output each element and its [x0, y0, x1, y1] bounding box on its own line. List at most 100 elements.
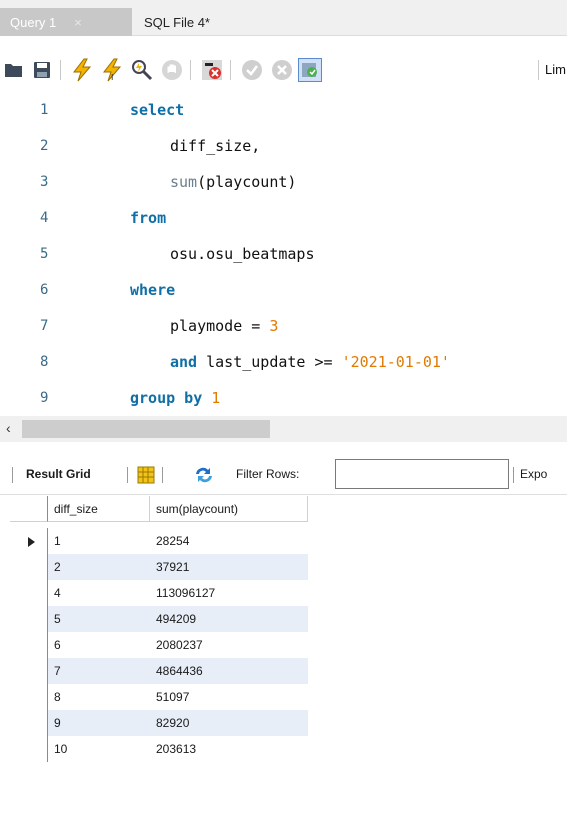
- row-indicator[interactable]: [10, 580, 48, 606]
- code-line[interactable]: 2 diff_size,: [0, 129, 567, 165]
- filter-rows-label: Filter Rows:: [236, 467, 300, 481]
- code-line[interactable]: 9 group by 1: [0, 381, 567, 416]
- result-grid: diff_size sum(playcount) 1 28254 2 37921 4 1130…: [0, 496, 567, 814]
- close-tab-icon[interactable]: ×: [74, 15, 82, 30]
- code-line[interactable]: 4 from: [0, 201, 567, 237]
- tab-query-1[interactable]: Query 1 ×: [0, 8, 132, 36]
- save-icon[interactable]: [30, 58, 54, 82]
- row-indicator[interactable]: [10, 632, 48, 658]
- table-row[interactable]: 9 82920: [0, 710, 567, 736]
- code-token: from: [130, 209, 167, 227]
- column-header[interactable]: sum(playcount): [150, 496, 308, 522]
- line-number: 8: [40, 354, 49, 370]
- editor-tab-bar: Query 1 × SQL File 4*: [0, 0, 567, 36]
- limit-rows-label[interactable]: Lim: [545, 62, 566, 77]
- table-row[interactable]: 8 51097: [0, 684, 567, 710]
- row-indicator[interactable]: [10, 710, 48, 736]
- execute-icon[interactable]: [70, 58, 94, 82]
- code-token: select: [130, 101, 185, 119]
- code-token: where: [130, 281, 176, 299]
- line-number: 7: [40, 318, 49, 334]
- table-cell[interactable]: 5: [48, 606, 150, 632]
- rollback-icon[interactable]: [270, 58, 294, 82]
- open-folder-icon[interactable]: [2, 58, 26, 82]
- table-cell[interactable]: 2080237: [150, 632, 308, 658]
- table-cell[interactable]: 203613: [150, 736, 308, 762]
- toolbar-separator: [60, 60, 61, 80]
- column-header[interactable]: diff_size: [48, 496, 150, 522]
- code-token: diff_size,: [170, 137, 261, 155]
- line-number: 1: [40, 102, 49, 118]
- row-indicator[interactable]: [10, 736, 48, 762]
- row-indicator[interactable]: [10, 606, 48, 632]
- scroll-left-icon[interactable]: ‹: [6, 420, 11, 436]
- table-cell[interactable]: 82920: [150, 710, 308, 736]
- autocommit-icon[interactable]: [298, 58, 322, 82]
- code-token: and: [170, 353, 207, 371]
- code-line[interactable]: 8 and last_update >= '2021-01-01': [0, 345, 567, 381]
- table-cell[interactable]: 2: [48, 554, 150, 580]
- execute-current-icon[interactable]: I: [100, 58, 124, 82]
- table-cell[interactable]: 4: [48, 580, 150, 606]
- table-row[interactable]: 10 203613: [0, 736, 567, 762]
- code-token: '2021-01-01': [341, 353, 450, 371]
- table-cell[interactable]: 113096127: [150, 580, 308, 606]
- code-text: and last_update >= '2021-01-01': [170, 353, 450, 371]
- line-number: 2: [40, 138, 49, 154]
- tab-sql-file-4[interactable]: SQL File 4*: [134, 8, 220, 36]
- stop-icon[interactable]: [160, 58, 184, 82]
- code-line[interactable]: 3 sum(playcount): [0, 165, 567, 201]
- sql-editor[interactable]: 1 select 2 diff_size, 3 sum(playcount) 4 from 5 o…: [0, 92, 567, 416]
- table-row[interactable]: 1 28254: [0, 528, 567, 554]
- editor-horizontal-scrollbar[interactable]: ‹: [0, 416, 567, 442]
- code-token: group by: [130, 389, 212, 407]
- table-row[interactable]: 7 4864436: [0, 658, 567, 684]
- table-cell[interactable]: 37921: [150, 554, 308, 580]
- table-cell[interactable]: 6: [48, 632, 150, 658]
- table-row[interactable]: 2 37921: [0, 554, 567, 580]
- current-row-icon: [28, 537, 35, 547]
- result-grid-tab[interactable]: Result Grid: [26, 467, 91, 481]
- code-text: where: [130, 281, 175, 299]
- row-indicator[interactable]: [10, 658, 48, 684]
- table-cell[interactable]: 28254: [150, 528, 308, 554]
- code-text: group by 1: [130, 389, 220, 407]
- table-cell[interactable]: 4864436: [150, 658, 308, 684]
- table-cell[interactable]: 1: [48, 528, 150, 554]
- row-indicator[interactable]: [10, 528, 48, 554]
- table-cell[interactable]: 8: [48, 684, 150, 710]
- table-cell[interactable]: 7: [48, 658, 150, 684]
- table-cell[interactable]: 494209: [150, 606, 308, 632]
- refresh-icon[interactable]: [192, 463, 216, 487]
- explain-icon[interactable]: [130, 58, 154, 82]
- table-cell[interactable]: 10: [48, 736, 150, 762]
- code-line[interactable]: 7 playmode = 3: [0, 309, 567, 345]
- table-cell[interactable]: 9: [48, 710, 150, 736]
- table-cell[interactable]: 51097: [150, 684, 308, 710]
- commit-icon[interactable]: [240, 58, 264, 82]
- toggle-error-icon[interactable]: [200, 58, 224, 82]
- toolbar-separator: [513, 467, 514, 483]
- code-text: sum(playcount): [170, 173, 296, 191]
- svg-text:I: I: [111, 73, 113, 82]
- toolbar-separator: [162, 467, 163, 483]
- export-button[interactable]: Expo: [520, 467, 547, 481]
- line-number: 3: [40, 174, 49, 190]
- tab-query-1-label: Query 1: [10, 14, 57, 30]
- table-row[interactable]: 4 113096127: [0, 580, 567, 606]
- scrollbar-thumb[interactable]: [22, 420, 270, 438]
- code-token: 3: [269, 317, 279, 335]
- table-row[interactable]: 6 2080237: [0, 632, 567, 658]
- table-row[interactable]: 5 494209: [0, 606, 567, 632]
- form-view-icon[interactable]: [134, 463, 158, 487]
- code-line[interactable]: 6 where: [0, 273, 567, 309]
- toolbar-separator: [12, 467, 13, 483]
- code-line[interactable]: 1 select: [0, 93, 567, 129]
- toolbar-separator: [127, 467, 128, 483]
- row-indicator[interactable]: [10, 684, 48, 710]
- code-token: (playcount): [197, 173, 297, 191]
- toolbar-separator: [190, 60, 191, 80]
- filter-rows-input[interactable]: [335, 459, 509, 489]
- row-indicator[interactable]: [10, 554, 48, 580]
- code-line[interactable]: 5 osu.osu_beatmaps: [0, 237, 567, 273]
